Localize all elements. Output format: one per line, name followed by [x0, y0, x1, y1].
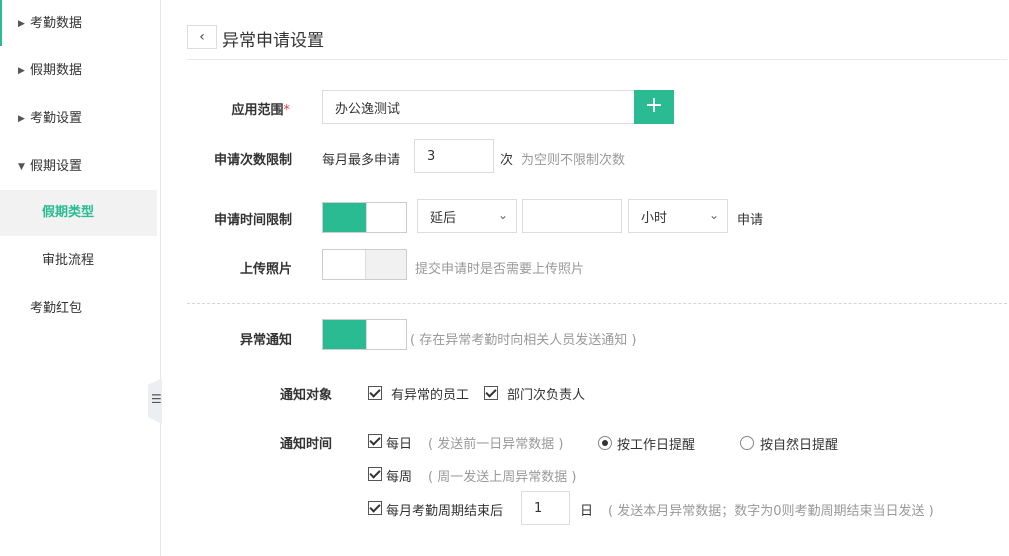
toggle-knob — [366, 203, 406, 232]
natural-day-radio-label: 按自然日提醒 — [760, 438, 839, 453]
daily-hint: ( 发送前一日异常数据 ) — [428, 437, 564, 452]
workday-radio[interactable] — [598, 436, 612, 450]
scope-label-text: 应用范围 — [231, 103, 284, 118]
notice-label: 异常通知 — [239, 333, 292, 348]
required-mark: * — [283, 103, 291, 118]
photo-label: 上传照片 — [239, 262, 292, 277]
caret-down-icon: ▼ — [18, 162, 25, 172]
notice-target-manager-label: 部门次负责人 — [507, 388, 586, 403]
sidebar-item-attendance-settings[interactable]: ▶ 考勤设置 — [0, 95, 157, 143]
chevron-down-icon: ⌄ — [497, 208, 508, 222]
sidebar-item-label: 假期设置 — [30, 159, 83, 174]
sidebar-subitem-approval-flow[interactable]: 审批流程 — [0, 238, 157, 284]
daily-label: 每日 — [386, 437, 413, 452]
count-limit-input[interactable]: 3 — [414, 139, 494, 173]
count-limit-value: 3 — [427, 148, 436, 164]
sidebar-item-leave-settings[interactable]: ▼ 假期设置 — [0, 143, 157, 191]
toggle-knob — [366, 320, 406, 349]
header-divider — [187, 59, 1007, 60]
scope-value: 办公逸测试 — [335, 101, 401, 117]
monthly-day-value: 1 — [534, 500, 543, 516]
sidebar-item-attendance-data[interactable]: ▶ 考勤数据 — [0, 0, 157, 48]
toggle-fill — [323, 320, 366, 349]
monthly-label: 每月考勤周期结束后 — [386, 504, 504, 519]
workday-radio-label: 按工作日提醒 — [617, 438, 696, 453]
time-amount-input[interactable] — [522, 199, 622, 233]
sidebar-item-attendance-bonus[interactable]: 考勤红包 — [0, 285, 157, 333]
sidebar-item-label: 假期数据 — [30, 63, 83, 78]
caret-right-icon: ▶ — [18, 19, 25, 29]
sidebar-subitem-label: 审批流程 — [42, 253, 95, 268]
notice-target-manager-checkbox[interactable] — [484, 386, 498, 400]
time-unit-select[interactable]: 小时 ⌄ — [628, 199, 728, 233]
notice-time-label: 通知时间 — [279, 437, 332, 452]
sidebar-subitem-label: 假期类型 — [42, 205, 95, 220]
weekly-checkbox[interactable] — [368, 467, 382, 481]
weekly-hint: ( 周一发送上周异常数据 ) — [428, 470, 577, 485]
menu-icon: ☰ — [151, 392, 162, 406]
notice-target-employee-checkbox[interactable] — [368, 386, 382, 400]
section-divider — [187, 303, 1007, 304]
direction-select[interactable]: 延后 ⌄ — [417, 199, 517, 233]
page-title: 异常申请设置 — [222, 31, 324, 51]
sidebar-collapse-handle[interactable]: ☰ — [148, 378, 162, 424]
sidebar-subitem-leave-types[interactable]: 假期类型 — [0, 190, 157, 236]
add-scope-button[interactable]: + — [634, 90, 674, 124]
back-button[interactable]: ‹ — [187, 25, 217, 49]
chevron-left-icon: ‹ — [199, 29, 205, 45]
sidebar: ▶ 考勤数据 ▶ 假期数据 ▶ 考勤设置 ▼ 假期设置 假期类型 审批流程 考勤… — [0, 0, 161, 556]
monthly-day-input[interactable]: 1 — [521, 491, 570, 525]
time-limit-toggle[interactable] — [322, 202, 407, 233]
time-unit-value: 小时 — [641, 210, 668, 226]
sidebar-item-leave-data[interactable]: ▶ 假期数据 — [0, 47, 157, 95]
natural-day-radio[interactable] — [740, 436, 754, 450]
count-limit-label: 申请次数限制 — [213, 153, 292, 168]
caret-right-icon: ▶ — [18, 66, 25, 76]
scope-label: 应用范围* — [190, 99, 290, 118]
notice-hint: ( 存在异常考勤时向相关人员发送通知 ) — [410, 333, 637, 348]
time-limit-label: 申请时间限制 — [213, 213, 292, 228]
photo-hint: 提交申请时是否需要上传照片 — [415, 262, 585, 277]
count-limit-prefix: 每月最多申请 — [322, 153, 401, 168]
weekly-label: 每周 — [386, 470, 413, 485]
photo-toggle[interactable] — [322, 249, 407, 280]
sidebar-item-label: 考勤数据 — [30, 16, 83, 31]
scope-input[interactable]: 办公逸测试 — [322, 90, 635, 124]
notice-toggle[interactable] — [322, 319, 407, 350]
chevron-down-icon: ⌄ — [708, 208, 719, 222]
monthly-hint: ( 发送本月异常数据；数字为0则考勤周期结束当日发送 ) — [608, 504, 934, 519]
time-limit-suffix: 申请 — [737, 213, 764, 228]
sidebar-item-label: 考勤红包 — [30, 301, 83, 316]
daily-checkbox[interactable] — [368, 434, 382, 448]
plus-icon: + — [644, 93, 664, 118]
direction-value: 延后 — [430, 210, 457, 226]
count-limit-hint: 为空则不限制次数 — [521, 153, 626, 168]
monthly-unit: 日 — [580, 504, 594, 519]
notice-target-employee-label: 有异常的员工 — [391, 388, 470, 403]
count-limit-unit: 次 — [500, 153, 514, 168]
toggle-knob — [323, 250, 366, 279]
monthly-checkbox[interactable] — [368, 501, 382, 515]
sidebar-item-label: 考勤设置 — [30, 111, 83, 126]
notice-target-label: 通知对象 — [279, 388, 332, 403]
caret-right-icon: ▶ — [18, 114, 25, 124]
toggle-fill — [323, 203, 366, 232]
